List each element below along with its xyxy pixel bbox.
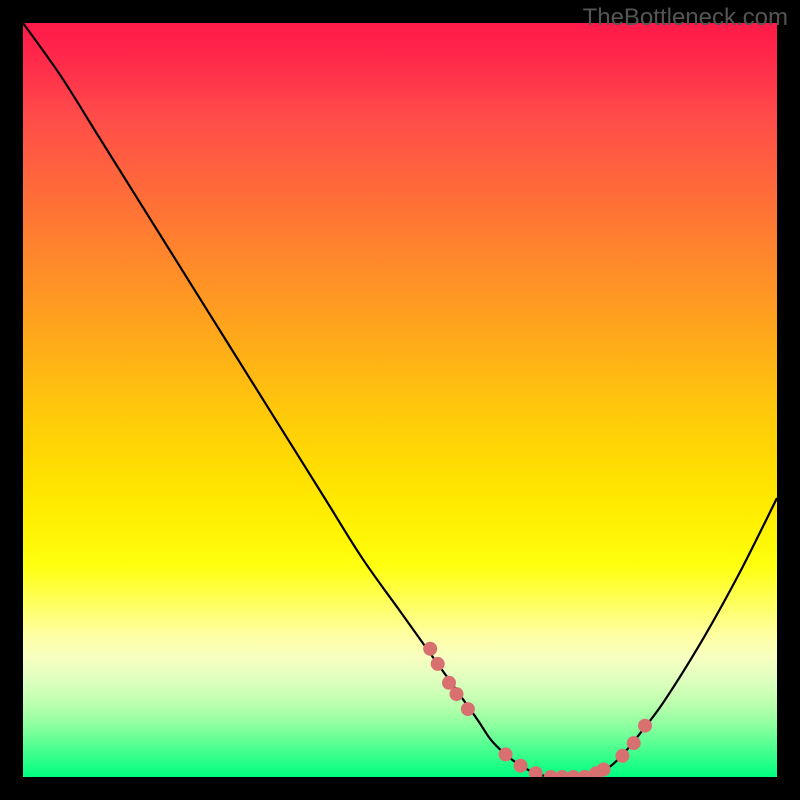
data-marker [627, 736, 641, 750]
data-marker [431, 657, 445, 671]
data-marker [514, 759, 528, 773]
data-marker [529, 766, 543, 777]
data-marker [461, 702, 475, 716]
chart-plot-area [23, 23, 777, 777]
data-marker [499, 747, 513, 761]
marker-group [423, 642, 652, 777]
bottleneck-curve [23, 23, 777, 777]
chart-svg [23, 23, 777, 777]
data-marker [638, 719, 652, 733]
data-marker [615, 749, 629, 763]
data-marker [450, 687, 464, 701]
watermark-text: TheBottleneck.com [583, 4, 788, 32]
data-marker [597, 763, 611, 777]
data-marker [423, 642, 437, 656]
